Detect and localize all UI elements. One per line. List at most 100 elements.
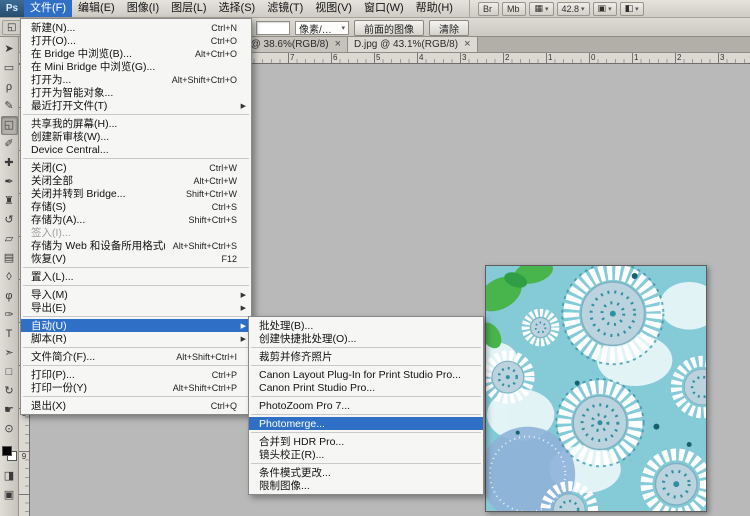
shape-tool[interactable]: □ bbox=[1, 363, 18, 382]
menu-item-shortcut: Alt+Shift+Ctrl+P bbox=[173, 383, 237, 393]
bridge-button[interactable]: Br bbox=[478, 2, 499, 16]
foreground-color-swatch[interactable] bbox=[2, 446, 12, 456]
arrange-documents-button[interactable]: ▣ ▾ bbox=[593, 2, 617, 16]
view-extras-button[interactable]: ▦ ▾ bbox=[529, 2, 553, 16]
ruler-number: 5 bbox=[374, 53, 417, 63]
menu-separator bbox=[23, 396, 249, 397]
healing-brush-tool[interactable]: ✚ bbox=[1, 154, 18, 173]
eyedropper-tool[interactable]: ✐ bbox=[1, 135, 18, 154]
menu-separator bbox=[23, 365, 249, 366]
submenu-item[interactable]: 镜头校正(R)... bbox=[249, 448, 483, 461]
document-tab-title: @ 38.6%(RGB/8) bbox=[251, 39, 329, 50]
crop-tool[interactable]: ◱ bbox=[1, 116, 18, 135]
menu-edit[interactable]: 编辑(E) bbox=[72, 0, 121, 17]
menu-view[interactable]: 视图(V) bbox=[309, 0, 358, 17]
menu-file[interactable]: 文件(F) bbox=[24, 0, 72, 17]
submenu-item-label: 限制图像... bbox=[259, 478, 461, 493]
color-swatches[interactable] bbox=[2, 446, 17, 461]
quick-mask-button[interactable]: ◨ bbox=[1, 467, 18, 486]
document-tab[interactable]: D.jpg @ 43.1%(RGB/8) × bbox=[348, 37, 478, 52]
screen-mode-button[interactable]: ◧ ▾ bbox=[620, 2, 644, 16]
menu-item[interactable]: 退出(X) Ctrl+Q bbox=[21, 399, 251, 412]
tool-icon: ▤ bbox=[4, 253, 14, 264]
hand-tool[interactable]: ☛ bbox=[1, 401, 18, 420]
close-icon[interactable]: × bbox=[335, 39, 341, 50]
ruler-number: 1 bbox=[632, 53, 675, 63]
menu-item[interactable]: Device Central... bbox=[21, 143, 251, 156]
menu-item[interactable]: 导出(E) ▶ bbox=[21, 301, 251, 314]
appbar-button-label: Mb bbox=[507, 4, 520, 14]
menu-item-label: 打印一份(Y) bbox=[31, 380, 165, 395]
path-selection-tool[interactable]: ➣ bbox=[1, 344, 18, 363]
menu-item[interactable]: 打印一份(Y) Alt+Shift+Ctrl+P bbox=[21, 381, 251, 394]
gradient-tool[interactable]: ▤ bbox=[1, 249, 18, 268]
menu-separator bbox=[23, 114, 249, 115]
tool-icon: ↻ bbox=[4, 386, 13, 397]
resolution-input[interactable] bbox=[256, 21, 290, 35]
tool-extras: ◨▣ bbox=[0, 467, 18, 505]
submenu-item-label: Photomerge... bbox=[259, 418, 461, 430]
mini-bridge-button[interactable]: Mb bbox=[502, 2, 527, 16]
submenu-item-photomerge[interactable]: Photomerge... bbox=[249, 417, 483, 430]
marquee-tool[interactable]: ▭ bbox=[1, 59, 18, 78]
screen-mode-toggle[interactable]: ▣ bbox=[1, 486, 18, 505]
tool-icon: ⊙ bbox=[4, 424, 13, 435]
menu-filter[interactable]: 滤镜(T) bbox=[261, 0, 309, 17]
pen-tool[interactable]: ✑ bbox=[1, 306, 18, 325]
type-tool[interactable]: T bbox=[1, 325, 18, 344]
submenu-item[interactable]: 创建快捷批处理(O)... bbox=[249, 332, 483, 345]
menu-item[interactable]: 脚本(R) ▶ bbox=[21, 332, 251, 345]
blur-tool[interactable]: ◊ bbox=[1, 268, 18, 287]
submenu-item-label: Canon Layout Plug-In for Print Studio Pr… bbox=[259, 369, 461, 381]
document-tab-title: D.jpg @ 43.1%(RGB/8) bbox=[354, 39, 458, 50]
clone-stamp-tool[interactable]: ♜ bbox=[1, 192, 18, 211]
ruler-number: 4 bbox=[417, 53, 460, 63]
menu-item[interactable]: 文件简介(F)... Alt+Shift+Ctrl+I bbox=[21, 350, 251, 363]
menu-item[interactable]: 置入(L)... bbox=[21, 270, 251, 283]
front-image-button[interactable]: 前面的图像 bbox=[354, 20, 424, 36]
submenu-item[interactable]: Canon Print Studio Pro... bbox=[249, 381, 483, 394]
history-brush-tool[interactable]: ↺ bbox=[1, 211, 18, 230]
close-icon[interactable]: × bbox=[464, 39, 470, 50]
submenu-arrow-icon: ▶ bbox=[237, 291, 246, 299]
lasso-tool[interactable]: ρ bbox=[1, 78, 18, 97]
tool-icon: ✑ bbox=[4, 310, 13, 321]
menu-layer[interactable]: 图层(L) bbox=[165, 0, 212, 17]
menu-help[interactable]: 帮助(H) bbox=[410, 0, 459, 17]
submenu-item[interactable]: 限制图像... bbox=[249, 479, 483, 492]
menubar-item-label: 图层(L) bbox=[171, 2, 206, 14]
app-bar: Br Mb ▦ ▾ 42.8 ▾ ▣ ▾ ◧ ▾ bbox=[469, 0, 644, 17]
appbar-button-label: ▦ bbox=[534, 3, 543, 14]
submenu-item[interactable]: 裁剪并修齐照片 bbox=[249, 350, 483, 363]
menu-item[interactable]: 创建新审核(W)... bbox=[21, 130, 251, 143]
move-tool[interactable]: ➤ bbox=[1, 40, 18, 59]
brush-tool[interactable]: ✒ bbox=[1, 173, 18, 192]
resolution-unit-value: 像素/… bbox=[299, 21, 332, 36]
menu-item-label: 文件简介(F)... bbox=[31, 349, 168, 364]
clear-button[interactable]: 清除 bbox=[429, 20, 469, 36]
submenu-item[interactable]: Canon Layout Plug-In for Print Studio Pr… bbox=[249, 368, 483, 381]
ruler-number: 9 bbox=[19, 451, 29, 494]
menu-item[interactable]: 最近打开文件(T) ▶ bbox=[21, 99, 251, 112]
photoshop-window: Ps 文件(F)编辑(E)图像(I)图层(L)选择(S)滤镜(T)视图(V)窗口… bbox=[0, 0, 750, 516]
tool-icon: ✒ bbox=[4, 177, 13, 188]
eraser-tool[interactable]: ▱ bbox=[1, 230, 18, 249]
menu-select[interactable]: 选择(S) bbox=[213, 0, 262, 17]
rotate-3d-tool[interactable]: ↻ bbox=[1, 382, 18, 401]
menu-window[interactable]: 窗口(W) bbox=[358, 0, 410, 17]
menu-item[interactable]: 恢复(V) F12 bbox=[21, 252, 251, 265]
document-image[interactable] bbox=[485, 265, 707, 512]
ruler-number: 1 bbox=[546, 53, 589, 63]
zoom-tool[interactable]: ⊙ bbox=[1, 420, 18, 439]
quick-selection-tool[interactable]: ✎ bbox=[1, 97, 18, 116]
menu-item-label: 退出(X) bbox=[31, 398, 203, 413]
submenu-arrow-icon: ▶ bbox=[237, 102, 246, 110]
dodge-tool[interactable]: φ bbox=[1, 287, 18, 306]
resolution-unit-select[interactable]: 像素/… ▾ bbox=[295, 21, 349, 35]
menu-image[interactable]: 图像(I) bbox=[121, 0, 165, 17]
submenu-item[interactable]: PhotoZoom Pro 7... bbox=[249, 399, 483, 412]
menubar-item-label: 帮助(H) bbox=[416, 2, 453, 14]
submenu-arrow-icon: ▶ bbox=[237, 335, 246, 343]
zoom-level-control[interactable]: 42.8 ▾ bbox=[557, 2, 590, 16]
menu-item-label: 置入(L)... bbox=[31, 269, 229, 284]
